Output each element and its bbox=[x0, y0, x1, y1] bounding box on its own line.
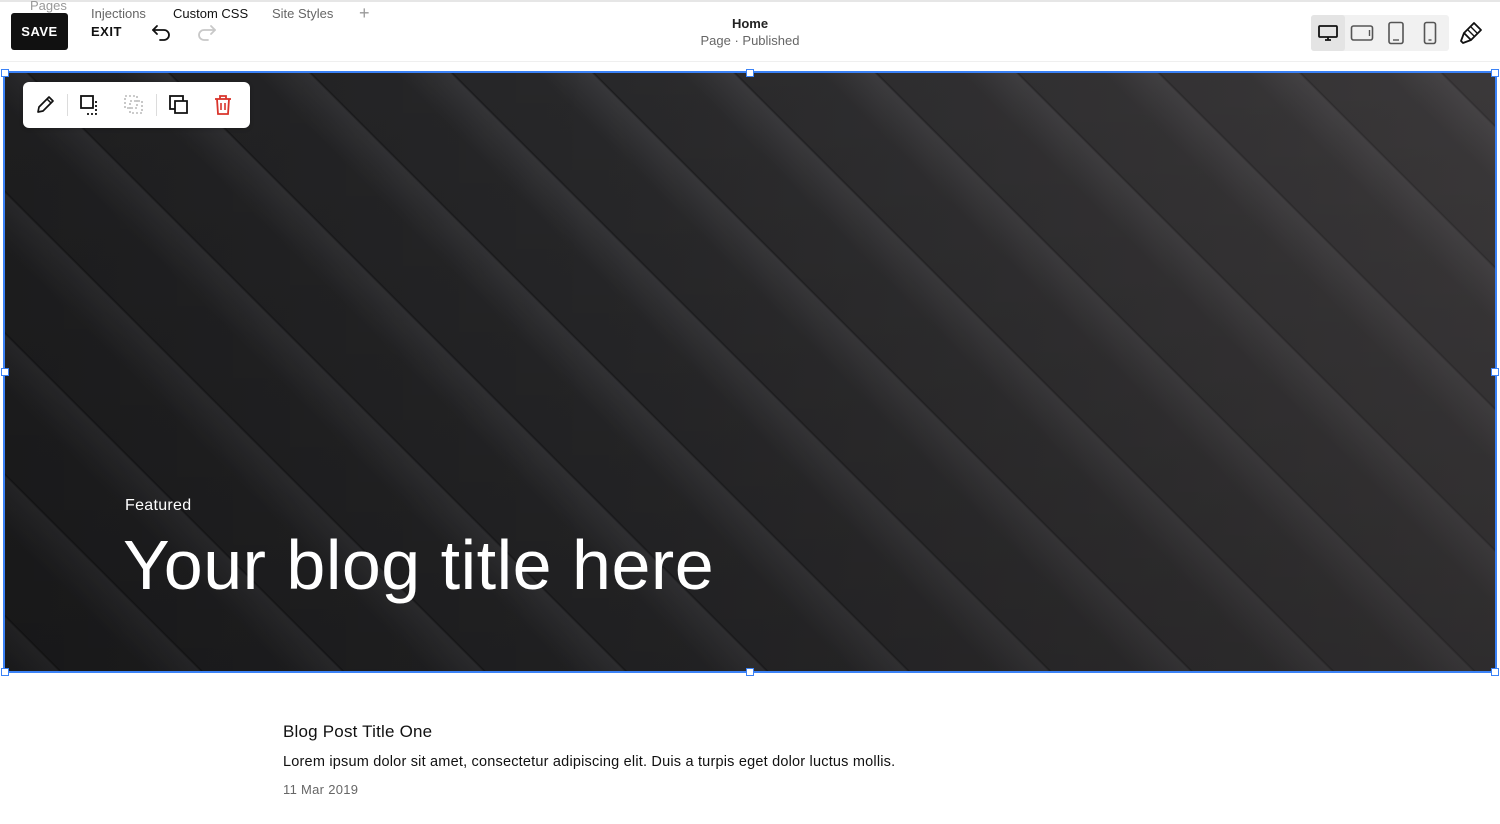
resize-handle-top-left[interactable] bbox=[1, 69, 9, 77]
hero-title: Your blog title here bbox=[123, 526, 715, 604]
resize-handle-top-right[interactable] bbox=[1491, 69, 1499, 77]
select-icon[interactable] bbox=[112, 82, 156, 128]
resize-handle-bottom-left[interactable] bbox=[1, 668, 9, 676]
device-preview-toggle bbox=[1311, 15, 1449, 51]
editor-top-bar: Pages Injections Custom CSS Site Styles … bbox=[0, 0, 1500, 62]
hero-eyebrow: Featured bbox=[125, 497, 192, 514]
pencil-icon[interactable] bbox=[23, 82, 67, 128]
mobile-icon[interactable] bbox=[1413, 15, 1447, 51]
desktop-icon[interactable] bbox=[1311, 15, 1345, 51]
tablet-landscape-icon[interactable] bbox=[1345, 15, 1379, 51]
resize-handle-bottom-right[interactable] bbox=[1491, 668, 1499, 676]
tablet-portrait-icon[interactable] bbox=[1379, 15, 1413, 51]
paintbrush-icon[interactable] bbox=[1458, 20, 1484, 46]
blog-list-item[interactable]: Blog Post Title One Lorem ipsum dolor si… bbox=[283, 722, 1183, 797]
resize-handle-left[interactable] bbox=[1, 368, 9, 376]
tab-pages[interactable]: Pages bbox=[30, 0, 67, 13]
undo-icon[interactable] bbox=[150, 22, 172, 42]
add-tab-button[interactable]: + bbox=[359, 3, 370, 24]
resize-handle-bottom[interactable] bbox=[746, 668, 754, 676]
post-excerpt: Lorem ipsum dolor sit amet, consectetur … bbox=[283, 754, 896, 770]
duplicate-icon[interactable] bbox=[157, 82, 201, 128]
page-status: Page · Published bbox=[700, 33, 800, 48]
move-icon[interactable] bbox=[68, 82, 112, 128]
page-info: Home Page · Published bbox=[650, 16, 850, 48]
resize-handle-top[interactable] bbox=[746, 69, 754, 77]
section-toolbar bbox=[23, 82, 250, 128]
post-date: 11 Mar 2019 bbox=[283, 782, 359, 797]
resize-handle-right[interactable] bbox=[1491, 368, 1499, 376]
tab-site-styles[interactable]: Site Styles bbox=[272, 6, 333, 21]
page-title: Home bbox=[731, 16, 769, 31]
trash-icon[interactable] bbox=[201, 82, 245, 128]
redo-icon[interactable] bbox=[196, 22, 218, 42]
exit-button[interactable]: EXIT bbox=[91, 24, 122, 39]
post-title[interactable]: Blog Post Title One bbox=[283, 722, 1183, 742]
tab-custom-css[interactable]: Custom CSS bbox=[173, 6, 248, 21]
tab-injections[interactable]: Injections bbox=[91, 6, 146, 21]
save-button[interactable]: SAVE bbox=[11, 13, 68, 50]
hero-section[interactable]: Featured Your blog title here bbox=[5, 73, 1495, 672]
